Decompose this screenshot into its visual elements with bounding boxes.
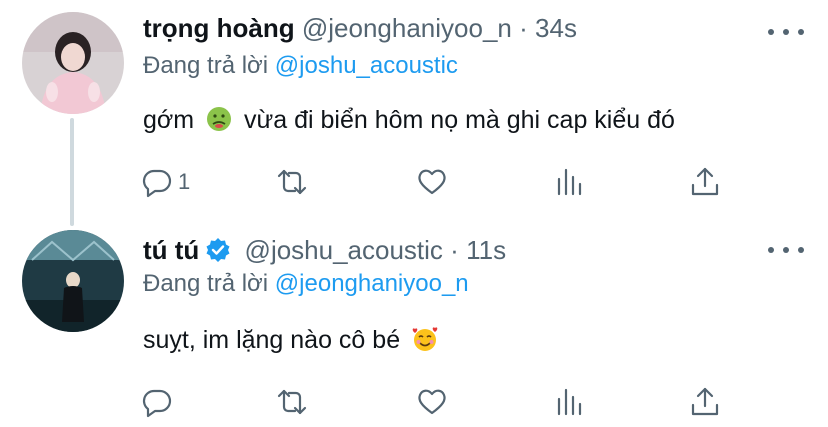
retweet-icon [277,169,307,195]
action-bar: 1 [140,164,740,200]
verified-badge-icon [205,236,231,272]
mention-link[interactable]: @joshu_acoustic [275,52,458,79]
mention-link[interactable]: @jeonghaniyoo_n [275,270,469,297]
tweet-text: gớm vừa đi biển hôm nọ mà ghi cap kiểu đ… [143,103,675,142]
nauseated-face-icon [205,105,233,142]
tweet-text: suỵt, im lặng nào cô bé [143,323,443,362]
share-button[interactable] [688,164,722,200]
share-icon [691,387,719,416]
heart-icon [418,389,446,415]
timestamp[interactable]: 34s [535,13,577,43]
display-name[interactable]: trọng hoàng [143,13,295,43]
smiling-face-with-hearts-icon [411,325,439,362]
separator: · [519,13,528,43]
replying-to: Đang trả lời @joshu_acoustic [143,50,458,82]
retweet-button[interactable] [275,384,309,420]
reply-icon [142,169,172,198]
replying-prefix: Đang trả lời [143,270,269,297]
more-options-icon[interactable] [768,22,804,42]
replying-prefix: Đang trả lời [143,52,269,79]
tweet[interactable]: trọng hoàng @jeonghaniyoo_n · 34s Đang t… [0,0,828,226]
separator: · [450,235,459,265]
like-button[interactable] [415,384,449,420]
analytics-icon [557,388,582,416]
more-options-icon[interactable] [768,240,804,260]
tweet-text-start: suỵt, im lặng nào cô bé [143,326,401,354]
handle[interactable]: @joshu_acoustic [245,235,443,265]
thread-line [70,118,74,226]
analytics-icon [557,168,582,196]
share-icon [691,167,719,196]
like-button[interactable] [415,164,449,200]
tweet-header: tú tú @joshu_acoustic · 11s [143,232,506,268]
avatar[interactable] [22,12,124,114]
timestamp[interactable]: 11s [466,235,506,265]
retweet-icon [277,389,307,415]
reply-button[interactable]: 1 [140,164,190,200]
replying-to: Đang trả lời @jeonghaniyoo_n [143,268,469,300]
tweet[interactable]: tú tú @joshu_acoustic · 11s Đang trả lời… [0,214,828,427]
reply-button[interactable] [140,384,174,420]
analytics-button[interactable] [553,164,587,200]
handle[interactable]: @jeonghaniyoo_n [302,13,512,43]
tweet-text-start: gớm [143,106,195,134]
action-bar [140,384,740,420]
retweet-button[interactable] [275,164,309,200]
reply-icon [142,389,172,418]
tweet-text-end: vừa đi biển hôm nọ mà ghi cap kiểu đó [244,106,675,134]
display-name[interactable]: tú tú [143,235,199,265]
share-button[interactable] [688,384,722,420]
heart-icon [418,169,446,195]
tweet-header: trọng hoàng @jeonghaniyoo_n · 34s [143,10,577,46]
reply-count: 1 [178,169,191,194]
analytics-button[interactable] [553,384,587,420]
avatar[interactable] [22,230,124,332]
